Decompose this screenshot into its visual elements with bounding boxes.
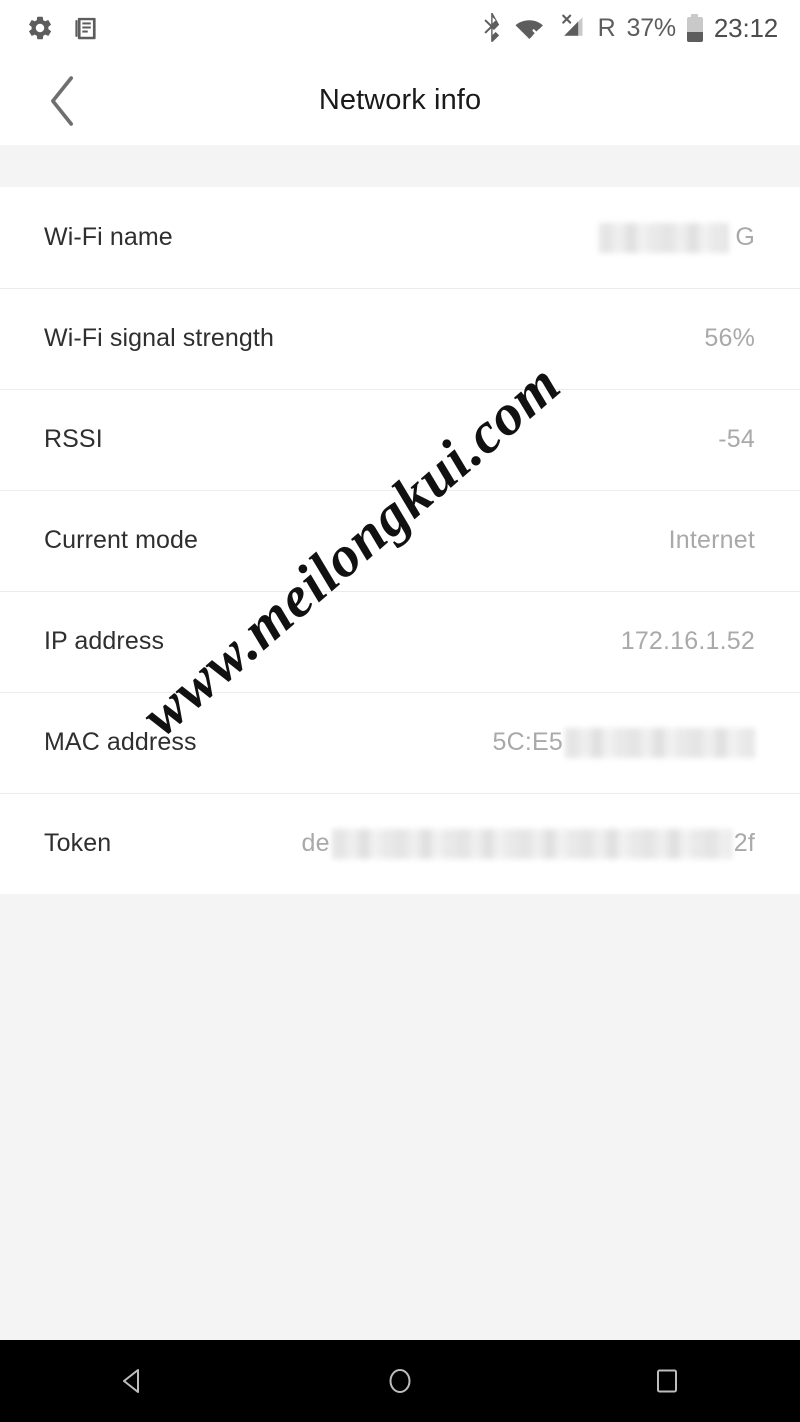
table-row[interactable]: Wi-Fi name G xyxy=(0,187,800,288)
row-value: de 2f xyxy=(111,828,755,859)
row-label: Wi-Fi signal strength xyxy=(44,324,274,352)
row-label: Token xyxy=(44,829,112,857)
row-value-text: -54 xyxy=(718,425,755,453)
news-document-icon xyxy=(72,15,99,42)
redacted-value-block xyxy=(331,828,732,859)
row-value: 5C:E5 xyxy=(197,727,755,758)
section-spacer xyxy=(0,145,800,187)
page-title: Network info xyxy=(318,84,482,116)
table-row[interactable]: MAC address 5C:E5 xyxy=(0,692,800,793)
android-navigation-bar xyxy=(0,1340,800,1422)
row-value: 56% xyxy=(274,324,755,353)
row-value-suffix: G xyxy=(735,223,755,251)
clock: 23:12 xyxy=(713,12,778,43)
settings-gear-icon xyxy=(26,14,54,42)
row-value-text: 172.16.1.52 xyxy=(620,627,755,655)
table-row[interactable]: RSSI -54 xyxy=(0,389,800,490)
row-value: -54 xyxy=(103,425,755,454)
row-label: Wi-Fi name xyxy=(44,223,173,251)
table-row[interactable]: Token de 2f xyxy=(0,793,800,894)
nav-home-button[interactable] xyxy=(340,1340,460,1422)
row-value: G xyxy=(173,222,755,253)
table-row[interactable]: Current mode Internet xyxy=(0,490,800,591)
network-info-list: Wi-Fi name G Wi-Fi signal strength 56% R… xyxy=(0,187,800,894)
row-label: Current mode xyxy=(44,526,199,554)
row-value: Internet xyxy=(198,526,755,555)
table-row[interactable]: IP address 172.16.1.52 xyxy=(0,591,800,692)
table-row[interactable]: Wi-Fi signal strength 56% xyxy=(0,288,800,389)
row-label: RSSI xyxy=(44,425,103,453)
nav-back-button[interactable] xyxy=(73,1340,193,1422)
cellular-signal-off-icon xyxy=(557,13,587,43)
battery-percent-label: 37% xyxy=(626,13,676,42)
row-value-text: 56% xyxy=(704,324,755,352)
redacted-value-block xyxy=(565,727,755,758)
roaming-indicator: R xyxy=(597,13,616,42)
row-value-suffix: 2f xyxy=(733,829,755,857)
status-bar-right-icons: R 37% 23:12 xyxy=(481,13,778,44)
row-label: MAC address xyxy=(44,728,197,756)
back-button[interactable] xyxy=(30,69,94,133)
row-value-text: Internet xyxy=(668,526,755,554)
nav-recents-button[interactable] xyxy=(607,1340,727,1422)
wifi-disconnected-icon xyxy=(514,14,546,42)
redacted-value-block xyxy=(599,222,730,253)
status-bar: R 37% 23:12 xyxy=(0,0,800,56)
row-value: 172.16.1.52 xyxy=(164,627,755,656)
row-value-prefix: de xyxy=(301,829,330,857)
bluetooth-icon xyxy=(481,13,503,43)
status-bar-left-icons xyxy=(26,14,99,42)
title-bar: Network info xyxy=(0,56,800,145)
page-body-empty-area xyxy=(0,894,800,1346)
row-value-prefix: 5C:E5 xyxy=(492,728,563,756)
battery-icon xyxy=(686,14,703,42)
phone-screen: R 37% 23:12 Network info Wi-Fi name G Wi… xyxy=(0,0,800,1422)
row-label: IP address xyxy=(44,627,165,655)
